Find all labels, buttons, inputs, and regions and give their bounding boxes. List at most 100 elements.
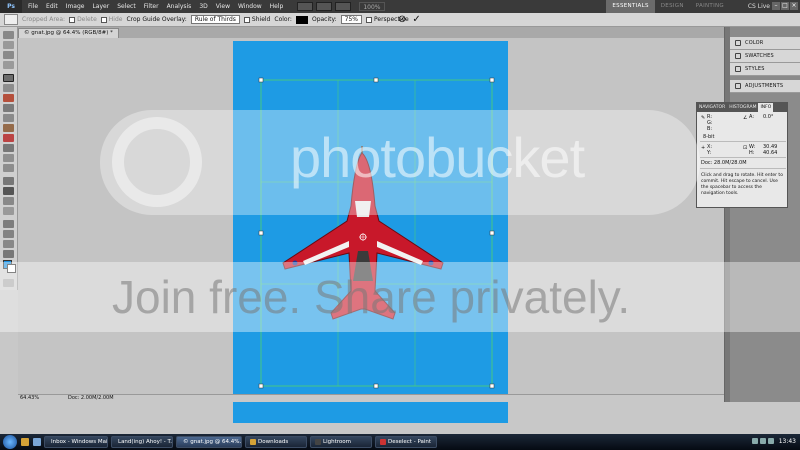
quick-launch-icon[interactable] bbox=[33, 438, 41, 446]
cs-live-button[interactable]: CS Live bbox=[748, 0, 770, 13]
type-tool-icon[interactable] bbox=[3, 187, 14, 195]
perspective-checkbox[interactable] bbox=[365, 16, 372, 23]
maximize-icon[interactable]: □ bbox=[781, 2, 789, 10]
crop-overlay-select[interactable]: Rule of Thirds bbox=[190, 15, 240, 24]
task-downloads[interactable]: Downloads bbox=[245, 436, 307, 448]
eyedropper-tool-icon[interactable] bbox=[3, 84, 14, 92]
menu-filter[interactable]: Filter bbox=[140, 0, 163, 13]
volume-icon[interactable] bbox=[760, 438, 766, 444]
shield-color-swatch[interactable] bbox=[295, 15, 308, 24]
workspace-design[interactable]: DESIGN bbox=[655, 0, 690, 13]
document-tab[interactable]: © gnat.jpg @ 64.4% (RGB/8#) * bbox=[18, 28, 119, 38]
menu-window[interactable]: Window bbox=[234, 0, 266, 13]
close-icon[interactable]: × bbox=[790, 2, 798, 10]
crop-tool-preset-icon[interactable] bbox=[4, 14, 18, 25]
workspace-switcher: ESSENTIALS DESIGN PAINTING bbox=[606, 0, 730, 13]
info-bit-depth: 8-bit bbox=[703, 134, 715, 140]
task-photoshop[interactable]: © gnat.jpg @ 64.4%... bbox=[176, 436, 242, 448]
workspace-painting[interactable]: PAINTING bbox=[690, 0, 730, 13]
swatches-panel-button[interactable]: SWATCHES bbox=[730, 50, 800, 63]
minimize-icon[interactable]: – bbox=[772, 2, 780, 10]
menu-select[interactable]: Select bbox=[113, 0, 140, 13]
task-paint[interactable]: Deselect - Paint bbox=[375, 436, 437, 448]
task-firefox[interactable]: Land(ing) Ahoy! - T... bbox=[111, 436, 173, 448]
path-selection-tool-icon[interactable] bbox=[3, 197, 14, 205]
quick-selection-tool-icon[interactable] bbox=[3, 61, 14, 69]
doc-size-readout[interactable]: Doc: 2.00M/2.00M bbox=[68, 395, 114, 402]
photo-canvas[interactable] bbox=[233, 41, 508, 423]
brush-tool-icon[interactable] bbox=[3, 104, 14, 112]
gradient-tool-icon[interactable] bbox=[3, 144, 14, 152]
quick-launch-icon[interactable] bbox=[21, 438, 29, 446]
pen-tool-icon[interactable] bbox=[3, 177, 14, 185]
zoom-tool-icon[interactable] bbox=[3, 250, 14, 258]
tab-navigator[interactable]: NAVIGATOR bbox=[697, 103, 727, 112]
shield-checkbox[interactable] bbox=[243, 16, 250, 23]
marquee-tool-icon[interactable] bbox=[3, 41, 14, 49]
commit-crop-icon[interactable]: ✓ bbox=[412, 14, 420, 26]
crop-tool-icon[interactable] bbox=[3, 74, 14, 82]
tab-info[interactable]: INFO bbox=[758, 103, 774, 112]
3d-camera-tool-icon[interactable] bbox=[3, 230, 14, 238]
menu-layer[interactable]: Layer bbox=[88, 0, 113, 13]
menu-3d[interactable]: 3D bbox=[195, 0, 211, 13]
history-brush-tool-icon[interactable] bbox=[3, 124, 14, 132]
hide-option[interactable]: Hide bbox=[100, 16, 122, 23]
delete-option[interactable]: Delete bbox=[69, 16, 97, 23]
info-h-label: H: bbox=[749, 150, 755, 156]
color-panel-button[interactable]: COLOR bbox=[730, 37, 800, 50]
menu-edit[interactable]: Edit bbox=[42, 0, 62, 13]
menu-file[interactable]: File bbox=[24, 0, 42, 13]
panel-dock: COLOR SWATCHES STYLES ADJUSTMENTS bbox=[724, 27, 800, 402]
eraser-tool-icon[interactable] bbox=[3, 134, 14, 142]
lasso-tool-icon[interactable] bbox=[3, 51, 14, 59]
info-panel: NAVIGATOR HISTOGRAM INFO ✎ R: G: B: ∠ A:… bbox=[696, 102, 788, 208]
shield-option[interactable]: Shield bbox=[243, 16, 270, 23]
taskbar-clock[interactable]: 13:43 bbox=[779, 434, 796, 450]
clone-stamp-tool-icon[interactable] bbox=[3, 114, 14, 122]
security-icon[interactable] bbox=[768, 438, 774, 444]
dodge-tool-icon[interactable] bbox=[3, 164, 14, 172]
task-windows-mail[interactable]: Inbox - Windows Mail bbox=[44, 436, 108, 448]
workspace-essentials[interactable]: ESSENTIALS bbox=[606, 0, 655, 13]
color-icon bbox=[735, 40, 741, 46]
adjustments-icon bbox=[735, 83, 741, 89]
document-tab-bar: © gnat.jpg @ 64.4% (RGB/8#) * bbox=[18, 27, 724, 38]
photobucket-ring-icon bbox=[112, 117, 202, 207]
canvas-area[interactable] bbox=[18, 38, 724, 423]
move-tool-icon[interactable] bbox=[3, 31, 14, 39]
adjustments-panel-button[interactable]: ADJUSTMENTS bbox=[730, 80, 800, 93]
menu-image[interactable]: Image bbox=[62, 0, 89, 13]
watermark-logo-text: photobucket bbox=[290, 126, 585, 189]
blur-tool-icon[interactable] bbox=[3, 154, 14, 162]
healing-brush-tool-icon[interactable] bbox=[3, 94, 14, 102]
hand-tool-icon[interactable] bbox=[3, 240, 14, 248]
hide-radio[interactable] bbox=[100, 16, 107, 23]
tab-histogram[interactable]: HISTOGRAM bbox=[727, 103, 758, 112]
swatches-icon bbox=[735, 53, 741, 59]
launch-mini-bridge-button[interactable] bbox=[316, 2, 333, 11]
zoom-readout[interactable]: 64.43% bbox=[20, 395, 39, 402]
menu-analysis[interactable]: Analysis bbox=[163, 0, 196, 13]
task-lightroom[interactable]: Lightroom bbox=[310, 436, 372, 448]
info-y-label: Y: bbox=[707, 150, 712, 156]
info-doc-size: Doc: 28.0M/28.0M bbox=[701, 160, 747, 166]
info-b-label: B: bbox=[707, 126, 713, 132]
launch-bridge-button[interactable] bbox=[297, 2, 314, 11]
main-menu: File Edit Image Layer Select Filter Anal… bbox=[24, 0, 287, 13]
menu-help[interactable]: Help bbox=[266, 0, 288, 13]
view-extras-button[interactable] bbox=[335, 2, 352, 11]
angle-icon: ∠ bbox=[743, 115, 748, 121]
start-button[interactable] bbox=[3, 435, 17, 449]
cancel-crop-icon[interactable]: ⊘ bbox=[398, 14, 406, 26]
opacity-field[interactable]: 75% bbox=[340, 15, 362, 24]
menu-view[interactable]: View bbox=[212, 0, 234, 13]
watermark-band-text: Join free. Share privately. bbox=[112, 271, 631, 323]
3d-rotate-tool-icon[interactable] bbox=[3, 220, 14, 228]
zoom-level-select[interactable]: 100% bbox=[359, 2, 385, 11]
network-icon[interactable] bbox=[752, 438, 758, 444]
menu-bar: Ps File Edit Image Layer Select Filter A… bbox=[0, 0, 800, 13]
shape-tool-icon[interactable] bbox=[3, 207, 14, 215]
styles-panel-button[interactable]: STYLES bbox=[730, 63, 800, 76]
delete-radio[interactable] bbox=[69, 16, 76, 23]
